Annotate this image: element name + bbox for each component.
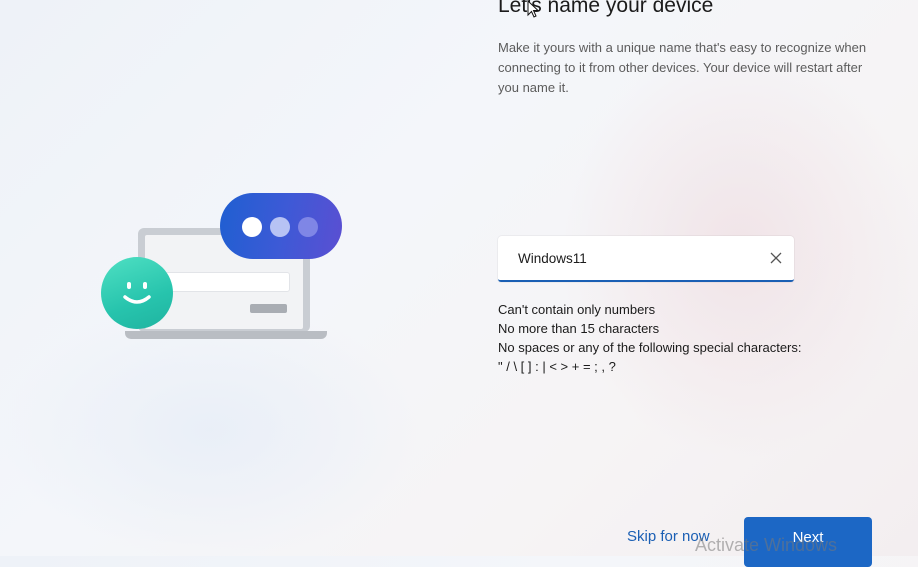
rule-text: " / \ [ ] : | < > + = ; , ? [498, 359, 616, 374]
device-name-field[interactable] [498, 236, 794, 282]
skip-for-now-link[interactable]: Skip for now [627, 528, 710, 545]
page-description: Make it yours with a unique name that's … [498, 40, 867, 95]
laptop-base [125, 331, 327, 339]
bubble-dot [298, 217, 318, 237]
bubble-dot [242, 217, 262, 237]
bubble-dot [270, 217, 290, 237]
close-icon[interactable] [766, 248, 786, 268]
next-button[interactable]: Next [744, 517, 872, 567]
chat-bubble-icon [220, 193, 342, 259]
device-name-input[interactable] [498, 236, 758, 280]
smiley-icon [101, 257, 173, 329]
laptop-button-bar [250, 304, 287, 313]
rule-text: No spaces or any of the following specia… [498, 340, 802, 355]
mouse-pointer-icon [527, 0, 541, 25]
laptop-input-bar [165, 272, 290, 292]
rule-text: Can't contain only numbers [498, 302, 656, 317]
naming-rules: Can't contain only numbers No more than … [498, 300, 802, 376]
rule-text: No more than 15 characters [498, 321, 660, 336]
device-illustration [95, 185, 355, 355]
